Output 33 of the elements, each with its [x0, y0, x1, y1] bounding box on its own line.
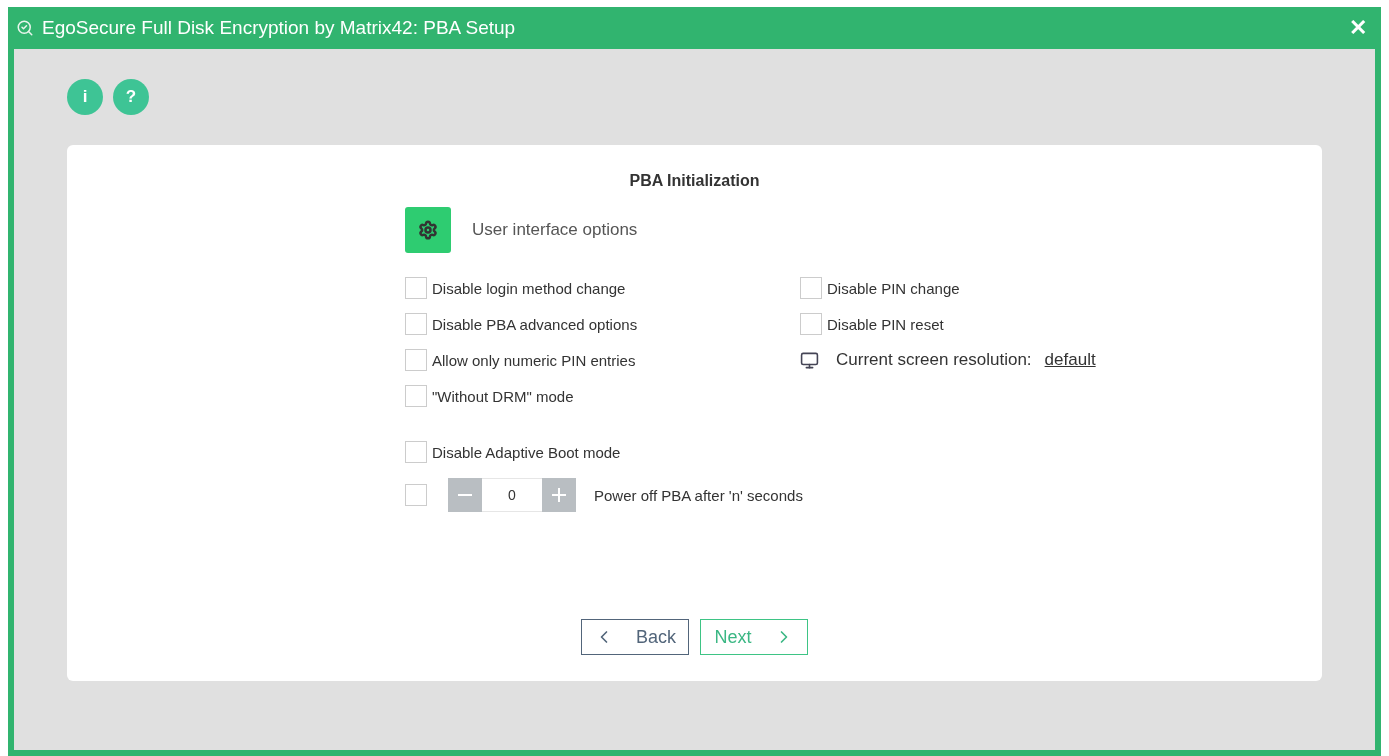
checkbox[interactable]: [405, 385, 427, 407]
window-title: EgoSecure Full Disk Encryption by Matrix42: PBA Setup: [42, 17, 517, 39]
minus-icon: [458, 494, 472, 496]
decrement-button[interactable]: [448, 478, 482, 512]
monitor-icon: [800, 350, 819, 370]
checkbox[interactable]: [405, 484, 427, 506]
section-title: User interface options: [472, 220, 638, 240]
checkbox[interactable]: [405, 277, 427, 299]
resolution-link[interactable]: default: [1044, 350, 1096, 370]
close-button[interactable]: ✕: [1341, 15, 1375, 41]
option-label: Power off PBA after 'n' seconds: [594, 486, 803, 504]
plus-icon: [552, 488, 566, 502]
checkbox[interactable]: [405, 441, 427, 463]
page-title: PBA Initialization: [629, 172, 760, 190]
app-icon: [16, 19, 34, 37]
info-button[interactable]: i: [67, 79, 103, 115]
back-button[interactable]: Back: [581, 619, 689, 655]
gear-icon: [405, 207, 451, 253]
resolution-label: Current screen resolution:: [836, 350, 1032, 370]
checkbox[interactable]: [800, 313, 822, 335]
checkbox[interactable]: [405, 313, 427, 335]
increment-button[interactable]: [542, 478, 576, 512]
option-label: "Without DRM" mode: [432, 387, 574, 405]
next-button[interactable]: Next: [700, 619, 808, 655]
option-label: Disable PBA advanced options: [432, 315, 638, 333]
option-label: Disable PIN reset: [827, 315, 944, 333]
checkbox[interactable]: [800, 277, 822, 299]
option-label: Disable login method change: [432, 279, 626, 297]
option-label: Disable Adaptive Boot mode: [432, 443, 621, 461]
help-button[interactable]: ?: [113, 79, 149, 115]
checkbox[interactable]: [405, 349, 427, 371]
option-label: Disable PIN change: [827, 279, 960, 297]
option-label: Allow only numeric PIN entries: [432, 351, 636, 369]
